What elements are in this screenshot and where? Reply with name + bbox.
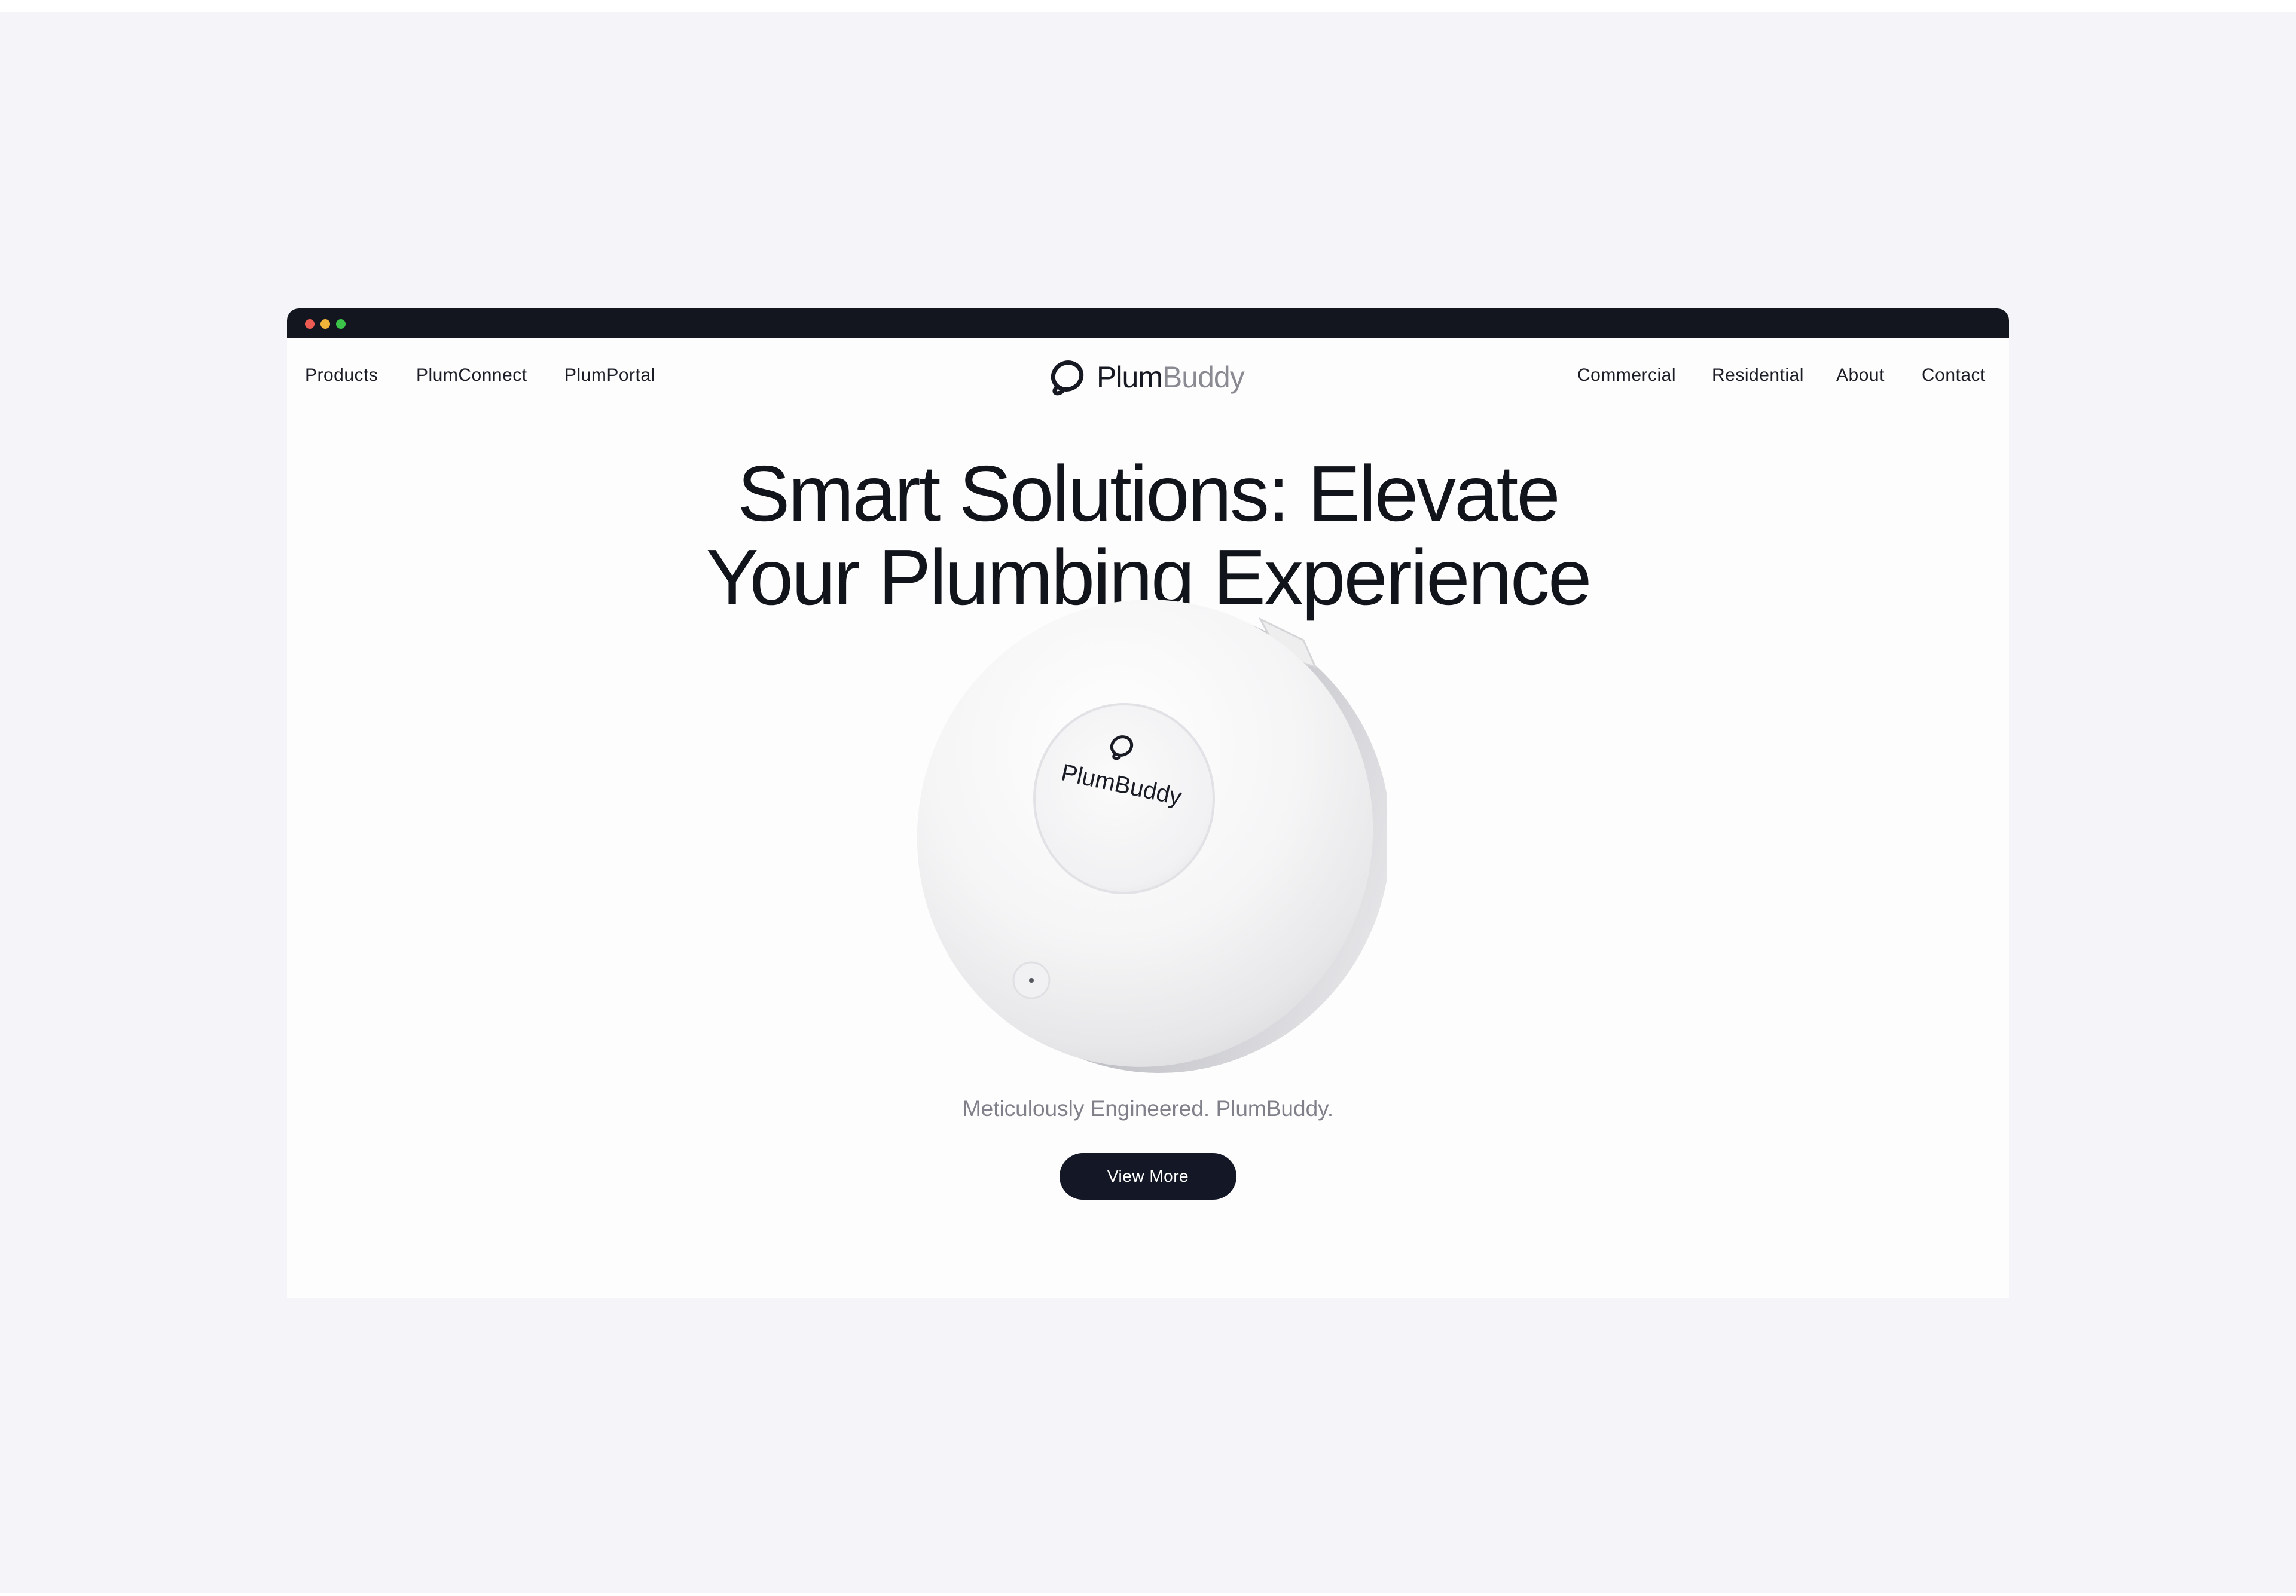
minimize-window-button[interactable] bbox=[320, 319, 330, 329]
hero-title-line-1: Smart Solutions: Elevate bbox=[737, 450, 1560, 537]
nav-link-about[interactable]: About bbox=[1836, 365, 1885, 386]
nav-link-plumconnect[interactable]: PlumConnect bbox=[416, 365, 527, 386]
nav-link-commercial[interactable]: Commercial bbox=[1577, 365, 1676, 386]
plumbuddy-logo-icon bbox=[1051, 360, 1084, 396]
hero-tagline: Meticulously Engineered. PlumBuddy. bbox=[962, 1096, 1334, 1121]
brand-logo[interactable]: Plum Buddy bbox=[1048, 356, 1245, 398]
browser-titlebar bbox=[287, 308, 2009, 338]
nav-link-contact[interactable]: Contact bbox=[1922, 365, 1986, 386]
brand-name-buddy: Buddy bbox=[1162, 360, 1245, 394]
brand-name-plum: Plum bbox=[1097, 360, 1163, 394]
maximize-window-button[interactable] bbox=[336, 319, 346, 329]
screen-top-edge bbox=[0, 0, 2296, 12]
nav-link-residential[interactable]: Residential bbox=[1712, 365, 1804, 386]
product-device-image: PlumBuddy bbox=[917, 600, 1387, 1074]
screen-bottom-edge bbox=[0, 1593, 2296, 1596]
nav-link-plumportal[interactable]: PlumPortal bbox=[564, 365, 655, 386]
browser-window: Products PlumConnect PlumPortal Plum Bud… bbox=[287, 308, 2009, 1298]
nav-link-products[interactable]: Products bbox=[305, 365, 378, 386]
site-navigation: Products PlumConnect PlumPortal Plum Bud… bbox=[287, 338, 2009, 434]
view-more-button[interactable]: View More bbox=[1060, 1153, 1236, 1200]
close-window-button[interactable] bbox=[305, 319, 315, 329]
